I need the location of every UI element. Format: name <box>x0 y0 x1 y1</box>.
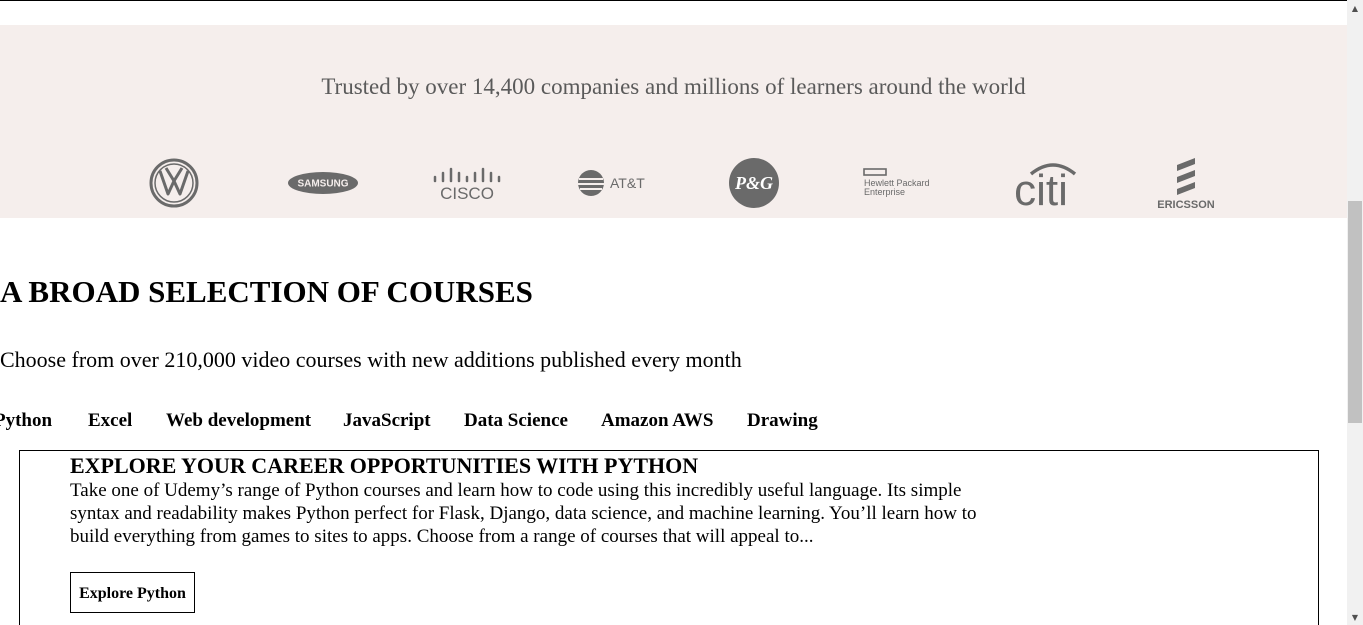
pg-logo-text: P&G <box>734 173 773 193</box>
panel-title: EXPLORE YOUR CAREER OPPORTUNITIES WITH P… <box>70 453 699 478</box>
trusted-title: Trusted by over 14,400 companies and mil… <box>321 74 1026 99</box>
volkswagen-logo <box>148 155 200 211</box>
tab-javascript[interactable]: JavaScript <box>343 410 431 432</box>
scrollbar-thumb[interactable] <box>1348 201 1362 423</box>
hpe-logo: Hewlett Packard Enterprise <box>861 155 937 211</box>
citi-logo: citi <box>1004 155 1078 211</box>
att-logo: AT&T <box>574 155 648 211</box>
ericsson-logo-text: ERICSSON <box>1157 199 1215 209</box>
cisco-logo: CISCO <box>430 155 504 211</box>
panel-description: Take one of Udemy’s range of Python cour… <box>70 480 977 547</box>
tab-python[interactable]: Python <box>0 410 52 432</box>
python-course-panel: EXPLORE YOUR CAREER OPPORTUNITIES WITH P… <box>19 450 1319 625</box>
explore-python-button[interactable]: Explore Python <box>70 572 195 613</box>
page-scrollbar[interactable]: ▲ ▼ <box>1347 0 1363 625</box>
att-logo-text: AT&T <box>610 175 645 191</box>
tab-web-development[interactable]: Web development <box>166 410 311 432</box>
pg-logo: P&G <box>727 155 781 211</box>
scroll-down-icon[interactable]: ▼ <box>1347 609 1363 625</box>
hpe-logo-text-line2: Enterprise <box>864 187 905 197</box>
cisco-logo-text: CISCO <box>440 184 494 201</box>
samsung-logo-text: SAMSUNG <box>297 179 348 190</box>
scroll-up-icon[interactable]: ▲ <box>1347 0 1363 16</box>
citi-logo-text: citi <box>1014 166 1068 208</box>
ericsson-logo: ERICSSON <box>1148 155 1224 211</box>
tab-data-science[interactable]: Data Science <box>464 410 568 432</box>
top-divider <box>0 0 1347 1</box>
tab-amazon-aws[interactable]: Amazon AWS <box>601 410 713 432</box>
company-logos: SAMSUNG CISCO AT&T P&G Hewlett Packard E… <box>0 155 1347 211</box>
courses-section-subtitle: Choose from over 210,000 video courses w… <box>0 347 742 372</box>
tab-excel[interactable]: Excel <box>88 410 132 432</box>
trusted-companies-banner: Trusted by over 14,400 companies and mil… <box>0 25 1347 218</box>
courses-section-title: A BROAD SELECTION OF COURSES <box>0 274 533 309</box>
tab-drawing[interactable]: Drawing <box>747 410 818 432</box>
samsung-logo: SAMSUNG <box>286 155 360 211</box>
